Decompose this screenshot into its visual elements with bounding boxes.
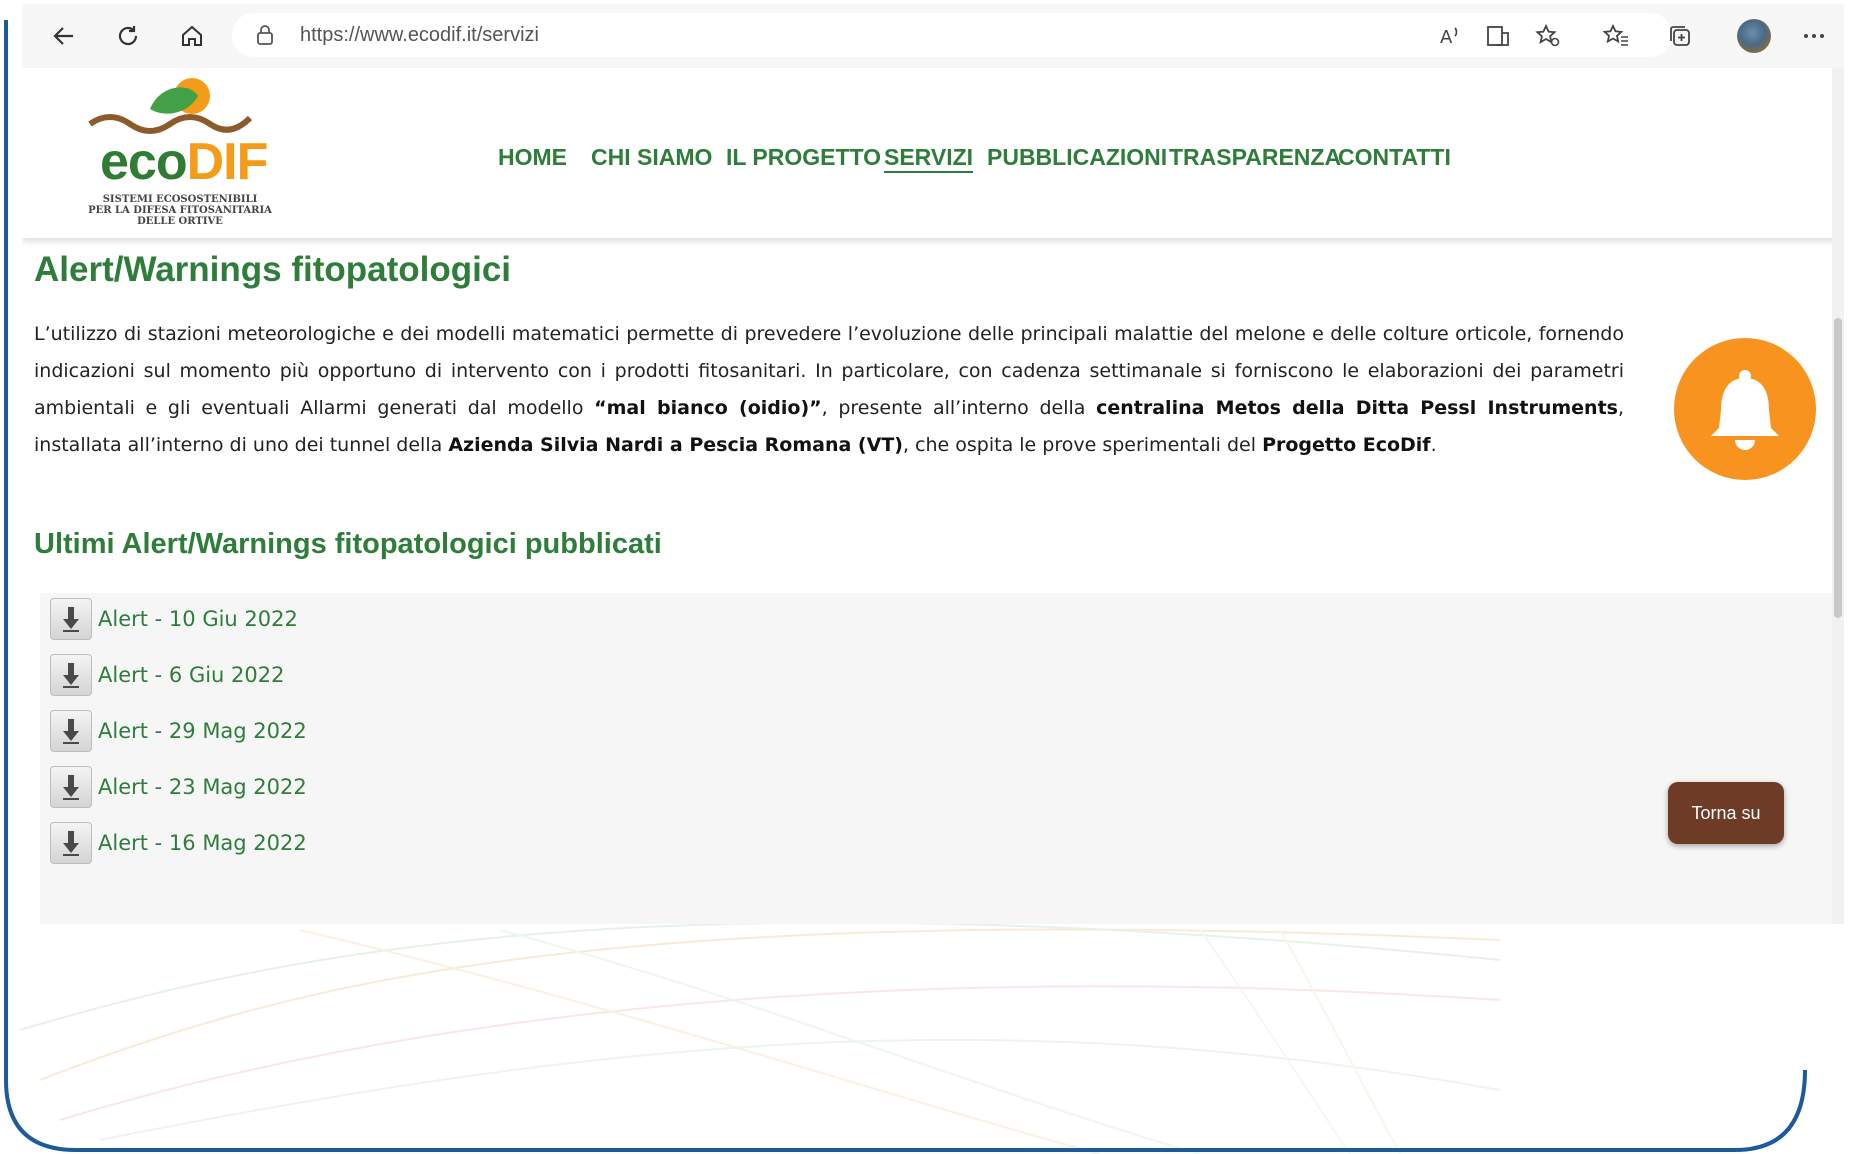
frame-border bbox=[4, 20, 1807, 1152]
